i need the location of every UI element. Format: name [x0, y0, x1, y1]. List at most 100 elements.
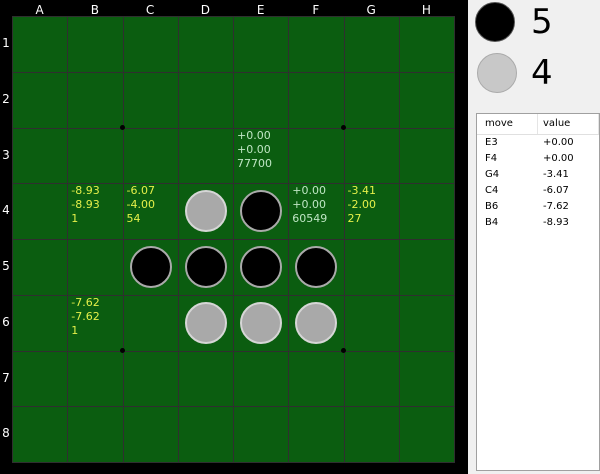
- board-cell-c2[interactable]: [122, 71, 179, 129]
- black-disc-icon: [475, 2, 515, 42]
- list-item[interactable]: G4 -3.41: [477, 167, 599, 183]
- board-cell-h7[interactable]: [398, 350, 455, 408]
- move-list-rows: E3 +0.00 F4 +0.00 G4 -3.41 C4 -6.07 B6 -7.62 B4 -8.…: [477, 135, 599, 231]
- list-item[interactable]: C4 -6.07: [477, 183, 599, 199]
- board-cell-g5[interactable]: [343, 239, 400, 296]
- board-cell-a6[interactable]: [12, 294, 69, 352]
- board-cell-b8[interactable]: [67, 406, 124, 463]
- evaluation-line: +0.00: [292, 184, 326, 198]
- black-disc: [240, 246, 282, 288]
- board-cell-f7[interactable]: [288, 350, 345, 408]
- board-grid: +0.00 +0.00 77700 -8.93 -8.93 1 -6.07 -4.00 54 +0…: [12, 16, 455, 463]
- board-cell-c7[interactable]: [122, 350, 179, 408]
- board-cell-f5[interactable]: [288, 239, 345, 296]
- board-cell-f4[interactable]: +0.00 +0.00 60549: [288, 183, 345, 240]
- black-disc: [240, 190, 282, 233]
- board-cell-b7[interactable]: [67, 350, 124, 408]
- white-disc: [240, 301, 282, 344]
- board-cell-b4[interactable]: -8.93 -8.93 1: [67, 183, 124, 240]
- black-score: 5: [531, 2, 553, 42]
- column-label: E: [256, 3, 265, 17]
- board-cell-e1[interactable]: [233, 16, 290, 73]
- board-cell-g1[interactable]: [343, 16, 400, 73]
- list-item[interactable]: F4 +0.00: [477, 151, 599, 167]
- board-cell-b5[interactable]: [67, 239, 124, 296]
- column-divider[interactable]: [537, 114, 538, 134]
- board-cell-g8[interactable]: [343, 406, 400, 463]
- board-cell-c8[interactable]: [122, 406, 179, 463]
- board-cell-c1[interactable]: [122, 16, 179, 73]
- evaluation-line: 1: [71, 323, 79, 337]
- board-cell-g4[interactable]: -3.41 -2.00 27: [343, 183, 400, 240]
- list-item[interactable]: B6 -7.62: [477, 199, 599, 215]
- board-cell-d5[interactable]: [177, 239, 234, 296]
- board-cell-d2[interactable]: [177, 71, 234, 129]
- evaluation-line: 77700: [237, 156, 272, 170]
- board-cell-a7[interactable]: [12, 350, 69, 408]
- board-cell-c6[interactable]: [122, 294, 179, 352]
- board-cell-f2[interactable]: [288, 71, 345, 129]
- move-cell: E3: [485, 137, 498, 148]
- row-label: 4: [2, 203, 10, 218]
- board-cell-d7[interactable]: [177, 350, 234, 408]
- board-cell-a2[interactable]: [12, 71, 69, 129]
- board-cell-c4[interactable]: -6.07 -4.00 54: [122, 183, 179, 240]
- board-cell-h3[interactable]: [398, 127, 455, 185]
- board-cell-h1[interactable]: [398, 16, 455, 73]
- list-item[interactable]: E3 +0.00: [477, 135, 599, 151]
- board-cell-g7[interactable]: [343, 350, 400, 408]
- column-label: H: [421, 3, 431, 17]
- evaluation-line: -6.07: [126, 184, 155, 198]
- board-cell-h2[interactable]: [398, 71, 455, 129]
- board-cell-c5[interactable]: [122, 239, 179, 296]
- row-label: 2: [2, 91, 10, 106]
- board-cell-d3[interactable]: [177, 127, 234, 185]
- board-cell-b6[interactable]: -7.62 -7.62 1: [67, 294, 124, 352]
- board-cell-e3[interactable]: +0.00 +0.00 77700: [233, 127, 290, 185]
- board-cell-d1[interactable]: [177, 16, 234, 73]
- board-cell-e7[interactable]: [233, 350, 290, 408]
- board-cell-b3[interactable]: [67, 127, 124, 185]
- board-cell-f3[interactable]: [288, 127, 345, 185]
- board-cell-e8[interactable]: [233, 406, 290, 463]
- move-cell: B4: [485, 217, 499, 228]
- white-disc: [295, 301, 338, 344]
- board-cell-h5[interactable]: [398, 239, 455, 296]
- board-cell-a1[interactable]: [12, 16, 69, 73]
- board-cell-c3[interactable]: [122, 127, 179, 185]
- board-cell-g3[interactable]: [343, 127, 400, 185]
- move-cell: B6: [485, 201, 499, 212]
- board-cell-a8[interactable]: [12, 406, 69, 463]
- row-label: 8: [2, 426, 10, 441]
- column-divider[interactable]: [598, 114, 599, 134]
- board-cell-h4[interactable]: [398, 183, 455, 240]
- board-cell-e2[interactable]: [233, 71, 290, 129]
- evaluation-line: -7.62: [71, 309, 100, 323]
- board-cell-f1[interactable]: [288, 16, 345, 73]
- board-cell-d6[interactable]: [177, 294, 234, 352]
- board-cell-a5[interactable]: [12, 239, 69, 296]
- board-cell-h8[interactable]: [398, 406, 455, 463]
- move-evaluation: -8.93 -8.93 1: [71, 184, 99, 226]
- value-column-header[interactable]: value: [543, 118, 570, 129]
- list-item[interactable]: B4 -8.93: [477, 215, 599, 231]
- board-cell-g6[interactable]: [343, 294, 400, 352]
- board-cell-h6[interactable]: [398, 294, 455, 352]
- move-column-header[interactable]: move: [485, 118, 513, 129]
- evaluation-line: -4.00: [126, 198, 155, 212]
- board-cell-a3[interactable]: [12, 127, 69, 185]
- evaluation-line: 27: [347, 212, 362, 226]
- board-cell-b1[interactable]: [67, 16, 124, 73]
- board-cell-g2[interactable]: [343, 71, 400, 129]
- board-cell-a4[interactable]: [12, 183, 69, 240]
- board-cell-b2[interactable]: [67, 71, 124, 129]
- board-cell-f8[interactable]: [288, 406, 345, 463]
- value-cell: +0.00: [543, 137, 574, 148]
- move-evaluation-list[interactable]: move value E3 +0.00 F4 +0.00 G4 -3.41 C4 -6.07 B…: [476, 113, 600, 471]
- board-cell-d8[interactable]: [177, 406, 234, 463]
- board-cell-f6[interactable]: [288, 294, 345, 352]
- board-cell-e4[interactable]: [233, 183, 290, 240]
- board-cell-e5[interactable]: [233, 239, 290, 296]
- board-cell-d4[interactable]: [177, 183, 234, 240]
- board-cell-e6[interactable]: [233, 294, 290, 352]
